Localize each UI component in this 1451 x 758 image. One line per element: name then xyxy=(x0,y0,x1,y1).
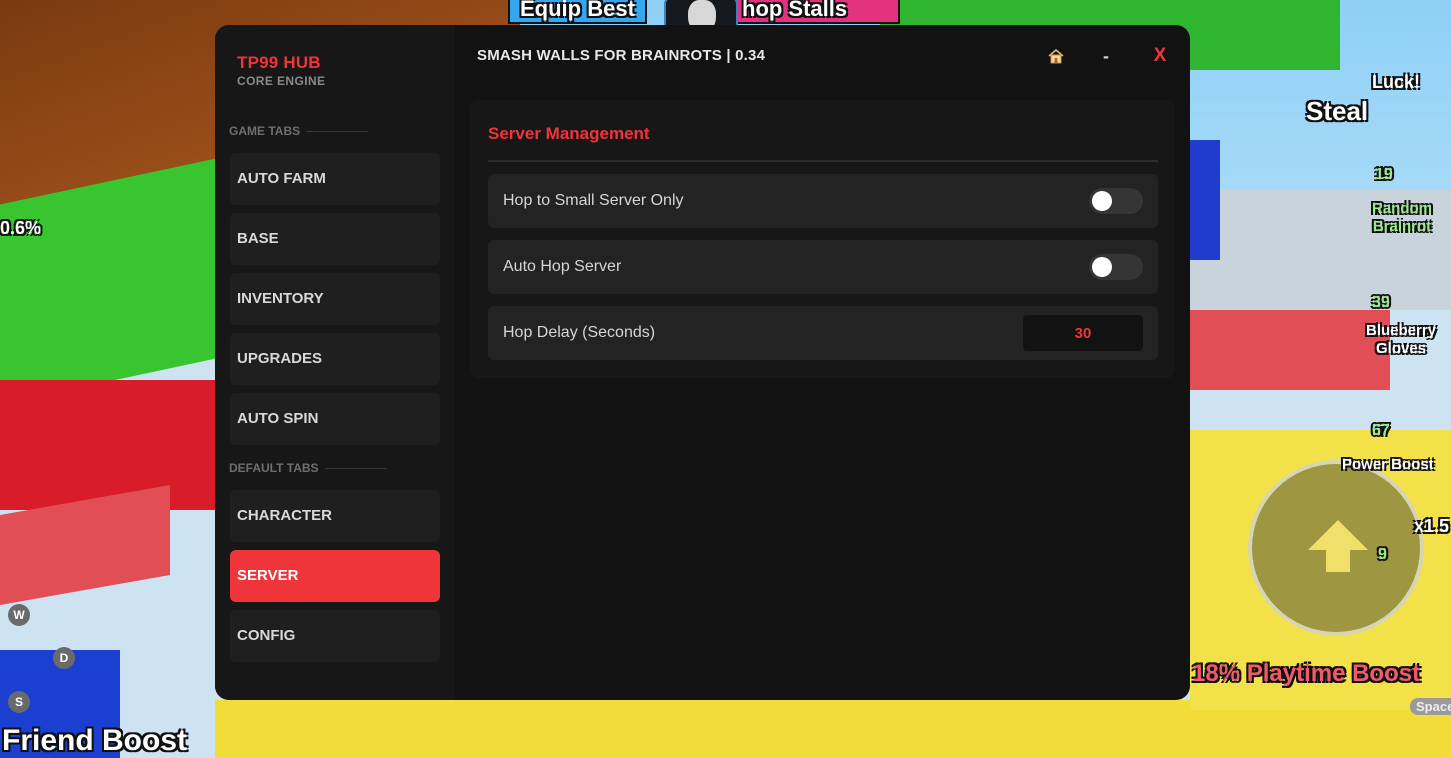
random-brainrot-count: 39 xyxy=(1372,294,1390,311)
friend-boost-label: Friend Boost xyxy=(2,724,187,757)
auto-hop-label: Auto Hop Server xyxy=(503,258,622,275)
key-d-hint: D xyxy=(53,647,75,669)
sidebar: TP99 HUB CORE ENGINE GAME TABS AUTO FARM… xyxy=(215,25,455,700)
divider xyxy=(324,467,387,469)
hub-window: TP99 HUB CORE ENGINE GAME TABS AUTO FARM… xyxy=(215,25,1190,700)
jump-arrow-stem xyxy=(1326,548,1350,572)
shop-stalls-button[interactable]: hop Stalls xyxy=(730,0,900,24)
playtime-boost-label: 18% Playtime Boost xyxy=(1192,660,1421,687)
main-content: SMASH WALLS FOR BRAINROTS | 0.34 - X Ser… xyxy=(455,25,1190,700)
brand-title: TP99 HUB xyxy=(237,53,321,72)
jump-arrow-icon xyxy=(1308,520,1368,550)
toggle-knob xyxy=(1092,191,1112,211)
tab-config[interactable]: CONFIG xyxy=(230,610,440,662)
key-s-hint: S xyxy=(8,691,30,713)
random-brainrot-label: Random Brainrot xyxy=(1372,200,1432,235)
hop-small-server-toggle[interactable] xyxy=(1089,188,1143,214)
window-title: SMASH WALLS FOR BRAINROTS | 0.34 xyxy=(477,47,766,64)
auto-hop-toggle[interactable] xyxy=(1089,254,1143,280)
steal-label: Steal xyxy=(1306,96,1369,126)
blueberry-gloves-label: Blueberry Gloves xyxy=(1365,322,1437,357)
power-count: 9 xyxy=(1378,546,1387,563)
power-boost-label: Power Boost xyxy=(1342,456,1434,473)
luck-count: 19 xyxy=(1375,166,1393,183)
luck-label: Luck! xyxy=(1372,72,1421,92)
default-tabs-heading: DEFAULT TABS xyxy=(229,461,387,475)
hop-delay-row: Hop Delay (Seconds) xyxy=(488,306,1158,360)
tab-character[interactable]: CHARACTER xyxy=(230,490,440,542)
game-tabs-label: GAME TABS xyxy=(229,124,301,138)
server-panel: Server Management Hop to Small Server On… xyxy=(470,100,1175,378)
tab-auto-farm[interactable]: AUTO FARM xyxy=(230,153,440,205)
minimize-button[interactable]: - xyxy=(1093,43,1119,69)
tab-upgrades[interactable]: UPGRADES xyxy=(230,333,440,385)
panel-title: Server Management xyxy=(488,124,650,143)
close-button[interactable]: X xyxy=(1147,43,1173,69)
house-icon xyxy=(1048,48,1064,64)
tab-inventory[interactable]: INVENTORY xyxy=(230,273,440,325)
equip-best-button[interactable]: Equip Best xyxy=(508,0,647,24)
hop-delay-input[interactable] xyxy=(1023,315,1143,351)
hop-small-server-label: Hop to Small Server Only xyxy=(503,192,684,209)
blue-pillar xyxy=(1190,140,1220,260)
auto-hop-row: Auto Hop Server xyxy=(488,240,1158,294)
red-block xyxy=(0,380,215,510)
percent-label: 0.6% xyxy=(0,218,42,238)
key-w-hint: W xyxy=(8,604,30,626)
hop-delay-label: Hop Delay (Seconds) xyxy=(503,324,656,341)
blueberry-count: 67 xyxy=(1372,422,1390,439)
divider xyxy=(488,160,1158,162)
game-tabs-heading: GAME TABS xyxy=(229,124,369,138)
tab-base[interactable]: BASE xyxy=(230,213,440,265)
power-multiplier: x1.5 xyxy=(1414,516,1450,536)
toggle-knob xyxy=(1092,257,1112,277)
space-key-hint: Space xyxy=(1410,698,1451,715)
default-tabs-label: DEFAULT TABS xyxy=(229,461,319,475)
tab-server[interactable]: SERVER xyxy=(230,550,440,602)
divider xyxy=(306,130,369,132)
home-button[interactable] xyxy=(1043,43,1069,69)
tab-auto-spin[interactable]: AUTO SPIN xyxy=(230,393,440,445)
brand-subtitle: CORE ENGINE xyxy=(237,74,326,88)
hop-small-server-row: Hop to Small Server Only xyxy=(488,174,1158,228)
